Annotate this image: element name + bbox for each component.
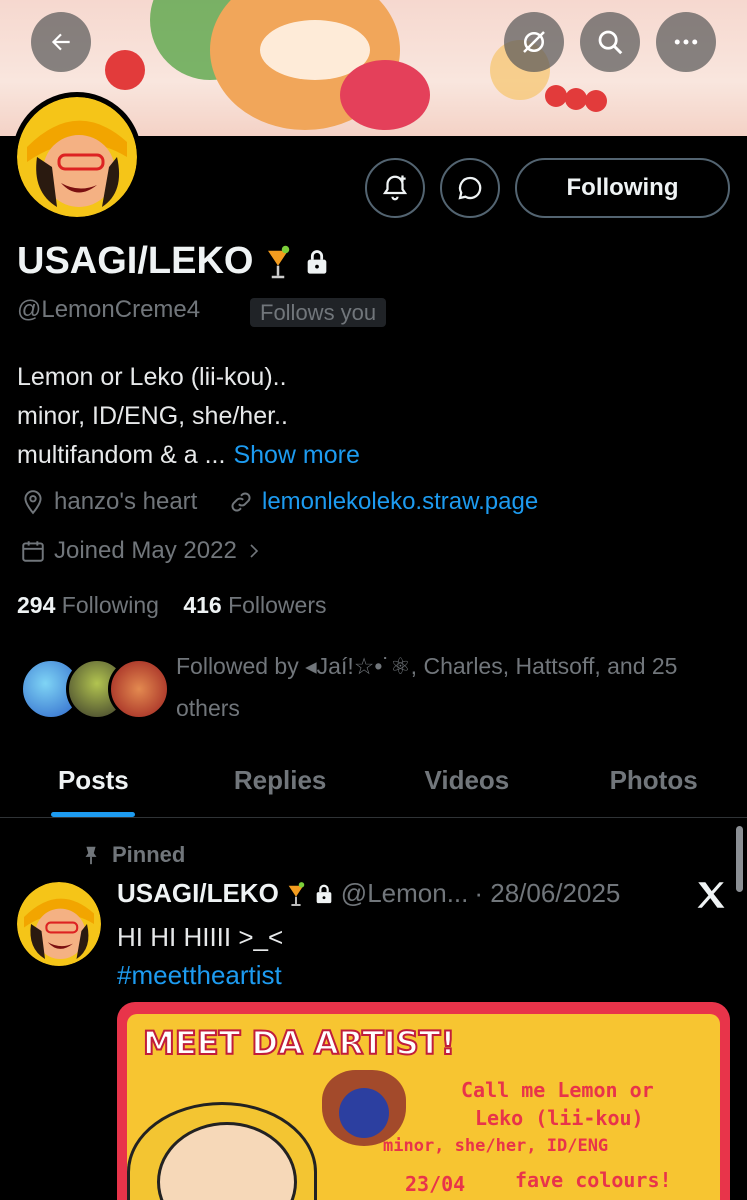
post-author-handle[interactable]: @Lemon... <box>341 878 469 909</box>
post-image[interactable]: MEET DA ARTIST! Call me Lemon or Leko (l… <box>117 1002 730 1200</box>
lock-icon <box>316 884 332 903</box>
back-arrow-icon <box>51 33 70 51</box>
following-button[interactable]: Following <box>515 158 730 218</box>
location-text: hanzo's heart <box>54 488 198 515</box>
following-stat[interactable]: 294 Following <box>17 592 159 618</box>
hide-button[interactable] <box>504 12 564 72</box>
followers-stat[interactable]: 416 Followers <box>183 592 326 618</box>
message-button[interactable] <box>440 158 500 218</box>
post-hashtag-link[interactable]: #meettheartist <box>117 956 283 994</box>
website-row[interactable]: lemonlekoleko.straw.page <box>228 488 538 516</box>
calendar-icon <box>22 541 44 562</box>
post-body: HI HI HIIII >_< <box>117 922 284 952</box>
tab-photos[interactable]: Photos <box>560 744 747 817</box>
bio-line: Lemon or Leko (lii-kou).. <box>17 363 287 391</box>
post-author-name[interactable]: USAGI/LEKO <box>117 878 279 909</box>
image-title: MEET DA ARTIST! <box>142 1023 456 1063</box>
followed-by-text[interactable]: Followed by ◂Jaí!☆•˙⚛, Charles, Hattsoff… <box>176 645 736 729</box>
cocktail-emoji-icon <box>268 245 290 278</box>
hide-icon <box>523 31 545 53</box>
image-date: 23/04 <box>405 1172 466 1196</box>
notification-bell-icon <box>382 175 408 201</box>
image-line2: Leko (lii-kou) <box>475 1106 644 1130</box>
bio-line: minor, ID/ENG, she/her.. <box>17 402 288 430</box>
chevron-right-icon <box>250 544 258 558</box>
profile-handle: @LemonCreme4 <box>17 296 201 323</box>
search-button[interactable] <box>580 12 640 72</box>
tab-replies[interactable]: Replies <box>187 744 374 817</box>
link-icon <box>231 492 251 512</box>
profile-bio: Lemon or Leko (lii-kou).. minor, ID/ENG,… <box>17 358 717 475</box>
location-row: hanzo's heart <box>20 488 197 516</box>
website-link[interactable]: lemonlekoleko.straw.page <box>262 488 538 516</box>
x-logo-icon[interactable] <box>694 878 728 912</box>
image-line3: minor, she/her, ID/ENG <box>383 1136 609 1156</box>
pin-icon <box>85 846 97 865</box>
follower-avatar[interactable] <box>108 658 170 720</box>
post-author-avatar[interactable] <box>17 882 101 966</box>
pinned-label-row: Pinned <box>80 842 185 868</box>
image-fave: fave colours! <box>515 1168 672 1192</box>
bio-line: multifandom & a ... <box>17 441 226 469</box>
profile-tabs: Posts Replies Videos Photos <box>0 744 747 818</box>
post-date[interactable]: · 28/06/2025 <box>474 878 620 909</box>
follows-you-badge: Follows you <box>250 298 387 327</box>
profile-avatar[interactable] <box>12 92 142 222</box>
show-more-link[interactable]: Show more <box>233 441 359 469</box>
tab-posts[interactable]: Posts <box>0 744 187 817</box>
more-icon <box>674 39 698 45</box>
notification-bell-button[interactable] <box>365 158 425 218</box>
joined-text: Joined May 2022 <box>54 537 237 564</box>
search-icon <box>598 30 623 55</box>
tab-videos[interactable]: Videos <box>374 744 561 817</box>
active-tab-indicator <box>51 812 136 817</box>
post-text: HI HI HIIII >_< #meettheartist <box>117 918 283 994</box>
cocktail-emoji-icon <box>288 881 305 906</box>
profile-name-row: USAGI/LEKO <box>17 240 331 283</box>
image-line1: Call me Lemon or <box>461 1078 654 1102</box>
back-button[interactable] <box>31 12 91 72</box>
location-icon <box>24 490 42 515</box>
lock-icon <box>308 249 327 274</box>
message-icon <box>458 176 482 200</box>
pinned-label: Pinned <box>112 842 186 867</box>
profile-name: USAGI/LEKO <box>17 240 254 282</box>
more-button[interactable] <box>656 12 716 72</box>
post-header: USAGI/LEKO @Lemon... · 28/06/2025 <box>117 878 620 909</box>
scrollbar[interactable] <box>736 826 743 892</box>
joined-row[interactable]: Joined May 2022 <box>20 537 263 565</box>
follow-stats: 294 Following 416 Followers <box>17 592 327 619</box>
